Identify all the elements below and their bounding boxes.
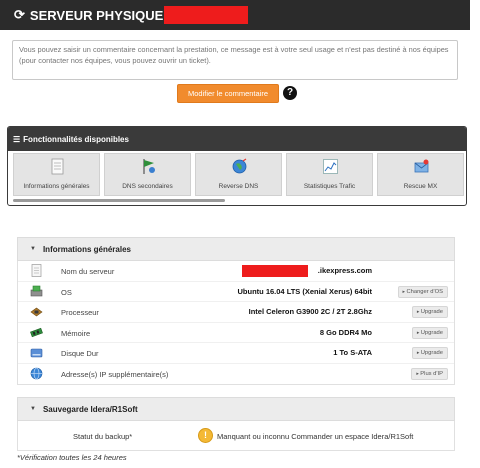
upgrade-memory-button[interactable]: Upgrade (411, 326, 448, 339)
chart-icon (323, 159, 338, 174)
tile-dns-secondaires[interactable]: DNS secondaires (104, 153, 191, 196)
info-row-os: OS Ubuntu 16.04 LTS (Xenial Xerus) 64bit… (18, 282, 454, 302)
processor-icon (30, 307, 43, 317)
memory-value: 8 Go DDR4 Mo (319, 327, 372, 337)
footnote: *Vérification toutes les 24 heures (17, 453, 127, 462)
globe-icon (232, 158, 247, 174)
info-row-extra-ip: Adresse(s) IP supplémentaire(s) Plus d'I… (18, 364, 454, 385)
os-value: Ubuntu 16.04 LTS (Xenial Xerus) 64bit (237, 286, 372, 296)
tile-label: Informations générales (23, 183, 90, 190)
menu-icon: ☰ (13, 134, 21, 144)
tile-label: Statistiques Trafic (303, 183, 356, 190)
disk-install-icon (30, 285, 43, 296)
info-panel: ▼ Informations générales Nom du serveur … (17, 237, 455, 385)
tile-statistiques-trafic[interactable]: Statistiques Trafic (286, 153, 373, 196)
document-icon (31, 264, 42, 277)
comment-textarea[interactable] (12, 40, 458, 80)
row-label: OS (61, 287, 72, 297)
features-scrollbar[interactable] (13, 199, 225, 202)
upgrade-disk-button[interactable]: Upgrade (411, 347, 448, 359)
flag-icon (143, 159, 155, 174)
envelope-icon (414, 159, 429, 173)
backup-status-label: Statut du backup* (73, 432, 133, 441)
refresh-icon[interactable]: ⟳ (14, 7, 25, 23)
info-row-memory: Mémoire 8 Go DDR4 Mo Upgrade (18, 323, 454, 343)
row-label: Nom du serveur (61, 267, 115, 276)
warning-icon: ! (198, 428, 213, 443)
processor-value: Intel Celeron G3900 2C / 2T 2.8Ghz (248, 307, 372, 316)
features-title: Fonctionnalités disponibles (23, 134, 129, 144)
features-panel: ☰ Fonctionnalités disponibles Informatio… (7, 126, 467, 206)
features-header: ☰ Fonctionnalités disponibles (8, 127, 466, 151)
info-row-server-name: Nom du serveur .ikexpress.com (18, 261, 454, 282)
document-icon (51, 158, 64, 175)
tile-label: Reverse DNS (218, 183, 259, 190)
row-label: Mémoire (61, 328, 91, 338)
hard-drive-value: 1 To S-ATA (333, 348, 372, 357)
backup-panel: ▼ Sauvegarde Idera/R1Soft Statut du back… (17, 397, 455, 451)
tile-rescue-mx[interactable]: Rescue MX (377, 153, 464, 196)
caret-down-icon: ▼ (30, 406, 36, 412)
upgrade-processor-button[interactable]: Upgrade (411, 306, 448, 318)
help-icon[interactable]: ? (283, 86, 297, 100)
backup-status-value[interactable]: Manquant ou inconnu Commander un espace … (217, 432, 413, 441)
tile-label: DNS secondaires (122, 183, 173, 190)
backup-panel-title: Sauvegarde Idera/R1Soft (42, 404, 138, 414)
row-label: Adresse(s) IP supplémentaire(s) (61, 369, 169, 379)
row-label: Disque Dur (61, 349, 99, 358)
memory-icon (30, 327, 43, 337)
tile-informations-generales[interactable]: Informations générales (13, 153, 100, 196)
redacted-server-name (164, 6, 249, 24)
tile-label: Rescue MX (403, 183, 438, 190)
backup-body: Statut du backup* ! Manquant ou inconnu … (17, 421, 455, 451)
page-header: ⟳ SERVEUR PHYSIQUE (0, 0, 470, 30)
info-panel-title: Informations générales (42, 244, 131, 254)
info-row-processor: Processeur Intel Celeron G3900 2C / 2T 2… (18, 302, 454, 323)
tile-reverse-dns[interactable]: Reverse DNS (195, 153, 282, 196)
hard-drive-icon (30, 348, 43, 358)
info-row-hard-drive: Disque Dur 1 To S-ATA Upgrade (18, 343, 454, 364)
network-icon (30, 367, 43, 379)
page-title: SERVEUR PHYSIQUE (29, 7, 164, 23)
info-panel-header[interactable]: ▼ Informations générales (17, 237, 455, 261)
modify-comment-button[interactable]: Modifier le commentaire (177, 84, 279, 103)
redacted-hostname (242, 265, 308, 277)
change-os-button[interactable]: Changer d'OS (397, 285, 448, 298)
row-label: Processeur (61, 308, 99, 317)
server-name-value: .ikexpress.com (317, 266, 372, 275)
more-ip-button[interactable]: Plus d'IP (411, 367, 448, 380)
backup-panel-header[interactable]: ▼ Sauvegarde Idera/R1Soft (17, 397, 455, 421)
caret-down-icon: ▼ (30, 246, 36, 252)
